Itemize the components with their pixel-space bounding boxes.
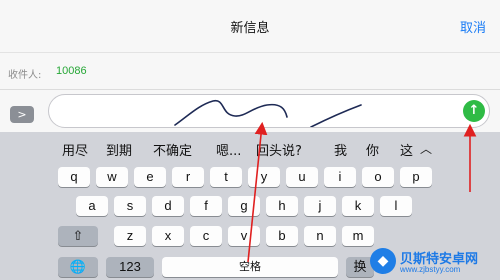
key-i[interactable]: i	[324, 167, 356, 187]
key-y[interactable]: y	[248, 167, 280, 187]
key-t[interactable]: t	[210, 167, 242, 187]
key-q[interactable]: q	[58, 167, 90, 187]
suggestion-item[interactable]: 用尽	[62, 140, 88, 159]
key-v[interactable]: v	[228, 226, 260, 246]
recipient-label: 收件人:	[8, 70, 42, 81]
compose-bar: > ↑	[0, 90, 500, 132]
send-button[interactable]: ↑	[463, 100, 485, 122]
key-x[interactable]: x	[152, 226, 184, 246]
suggestion-item[interactable]: 到期	[106, 140, 132, 159]
key-k[interactable]: k	[342, 196, 374, 216]
space-key[interactable]: 空格	[162, 257, 338, 277]
key-l[interactable]: l	[380, 196, 412, 216]
key-m[interactable]: m	[342, 226, 374, 246]
recipient-value[interactable]: 10086	[56, 65, 87, 77]
handwriting-ink	[174, 99, 362, 127]
key-w[interactable]: w	[96, 167, 128, 187]
suggestion-bar: 用尽 到期 不确定 嗯... 回头说? 我 你 这 ︿	[0, 132, 500, 164]
key-a[interactable]: a	[76, 196, 108, 216]
suggestion-item[interactable]: 你	[366, 140, 379, 159]
suggestion-item[interactable]: 不确定	[153, 140, 192, 159]
globe-key[interactable]: 🌐	[58, 257, 98, 277]
message-input[interactable]: ↑	[48, 94, 490, 128]
key-o[interactable]: o	[362, 167, 394, 187]
shift-icon: ⇧	[72, 228, 84, 243]
numbers-key[interactable]: 123	[106, 257, 154, 277]
shift-key[interactable]: ⇧	[58, 226, 98, 246]
suggestion-item[interactable]: 我	[334, 140, 347, 159]
watermark-logo-icon: ◆	[370, 248, 396, 274]
recipient-field[interactable]: 收件人: 10086	[0, 52, 500, 90]
expand-apps-button[interactable]: >	[10, 106, 34, 123]
key-h[interactable]: h	[266, 196, 298, 216]
cancel-button[interactable]: 取消	[460, 17, 486, 36]
key-r[interactable]: r	[172, 167, 204, 187]
key-n[interactable]: n	[304, 226, 336, 246]
message-header: 新信息 取消	[0, 0, 500, 52]
chevron-up-icon[interactable]: ︿	[420, 140, 432, 157]
key-p[interactable]: p	[400, 167, 432, 187]
key-g[interactable]: g	[228, 196, 260, 216]
page-title: 新信息	[230, 21, 270, 36]
key-d[interactable]: d	[152, 196, 184, 216]
chevron-right-icon: >	[17, 108, 27, 121]
key-u[interactable]: u	[286, 167, 318, 187]
key-z[interactable]: z	[114, 226, 146, 246]
suggestion-item[interactable]: 回头说?	[256, 140, 302, 159]
key-s[interactable]: s	[114, 196, 146, 216]
suggestion-item[interactable]: 嗯...	[216, 140, 241, 159]
watermark: ◆ 贝斯特安卓网 www.zjbstyy.com	[370, 244, 498, 278]
watermark-url: www.zjbstyy.com	[400, 265, 461, 274]
key-c[interactable]: c	[190, 226, 222, 246]
globe-icon: 🌐	[69, 259, 87, 274]
key-e[interactable]: e	[134, 167, 166, 187]
arrow-up-icon: ↑	[468, 103, 480, 118]
key-f[interactable]: f	[190, 196, 222, 216]
key-j[interactable]: j	[304, 196, 336, 216]
key-b[interactable]: b	[266, 226, 298, 246]
suggestion-item[interactable]: 这	[400, 140, 413, 159]
